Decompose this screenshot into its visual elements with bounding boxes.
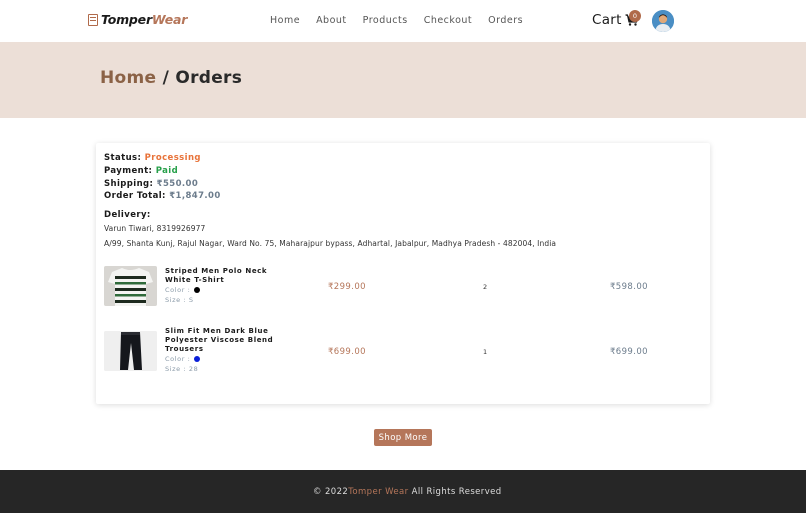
item-price: ₹299.00 bbox=[328, 282, 366, 292]
shop-more-button[interactable]: Shop More bbox=[374, 429, 432, 446]
page-hero: Home / Orders bbox=[0, 42, 806, 118]
nav-products[interactable]: Products bbox=[363, 15, 408, 26]
item-name[interactable]: Slim Fit Men Dark Blue Polyester Viscose… bbox=[165, 327, 275, 354]
item-quantity: 2 bbox=[483, 283, 488, 291]
delivery-address: A/99, Shanta Kunj, Rajul Nagar, Ward No.… bbox=[104, 239, 557, 248]
footer: © 2022Tomper Wear All Rights Reserved bbox=[0, 470, 806, 513]
color-swatch bbox=[194, 287, 201, 293]
item-price: ₹699.00 bbox=[328, 347, 366, 357]
product-image-trousers[interactable] bbox=[104, 331, 157, 371]
item-quantity: 1 bbox=[483, 348, 488, 356]
nav-about[interactable]: About bbox=[316, 15, 347, 26]
nav-checkout[interactable]: Checkout bbox=[424, 15, 472, 26]
cart-count-badge: 0 bbox=[629, 10, 641, 22]
item-subtotal: ₹598.00 bbox=[610, 282, 648, 292]
item-subtotal: ₹699.00 bbox=[610, 347, 648, 357]
product-image-polo[interactable] bbox=[104, 266, 157, 306]
shopping-bag-icon bbox=[88, 13, 98, 26]
shipping-amount: ₹550.00 bbox=[156, 179, 199, 189]
order-total-amount: ₹1,847.00 bbox=[169, 191, 221, 201]
order-payment: Payment: Paid bbox=[104, 166, 179, 176]
footer-copyright: © 2022Tomper Wear All Rights Reserved bbox=[313, 487, 502, 497]
breadcrumb: Home / Orders bbox=[100, 68, 242, 88]
delivery-contact: Varun Tiwari, 8319926977 bbox=[104, 224, 206, 233]
brand-name-part1: Tomper bbox=[101, 12, 152, 27]
cart-label: Cart bbox=[592, 12, 622, 28]
brand-logo[interactable]: TomperWear bbox=[88, 12, 187, 27]
striped-tshirt-image bbox=[104, 266, 157, 306]
payment-status: Paid bbox=[155, 166, 179, 176]
user-avatar-icon bbox=[652, 10, 674, 32]
item-name[interactable]: Striped Men Polo Neck White T-Shirt bbox=[165, 267, 275, 285]
trousers-image bbox=[104, 331, 157, 371]
order-status: Status: Processing bbox=[104, 153, 201, 163]
breadcrumb-separator: / bbox=[162, 68, 170, 88]
breadcrumb-current: Orders bbox=[175, 68, 243, 88]
item-size: Size : 28 bbox=[165, 365, 199, 373]
item-size: Size : S bbox=[165, 296, 194, 304]
delivery-heading: Delivery: bbox=[104, 210, 151, 220]
brand-name-part2: Wear bbox=[151, 12, 188, 27]
avatar[interactable] bbox=[652, 10, 674, 32]
order-total: Order Total: ₹1,847.00 bbox=[104, 191, 221, 201]
color-swatch bbox=[194, 356, 201, 362]
status-badge: Processing bbox=[144, 153, 201, 163]
item-color: Color : bbox=[165, 355, 201, 363]
nav-orders[interactable]: Orders bbox=[488, 15, 523, 26]
footer-brand[interactable]: Tomper Wear bbox=[348, 487, 408, 497]
nav-home[interactable]: Home bbox=[270, 15, 300, 26]
main-nav: Home About Products Checkout Orders bbox=[270, 15, 539, 26]
order-shipping: Shipping: ₹550.00 bbox=[104, 179, 199, 189]
order-card: Status: Processing Payment: Paid Shippin… bbox=[96, 143, 710, 404]
breadcrumb-home[interactable]: Home bbox=[100, 68, 156, 88]
top-navbar: TomperWear Home About Products Checkout … bbox=[0, 0, 806, 42]
item-color: Color : bbox=[165, 286, 201, 294]
